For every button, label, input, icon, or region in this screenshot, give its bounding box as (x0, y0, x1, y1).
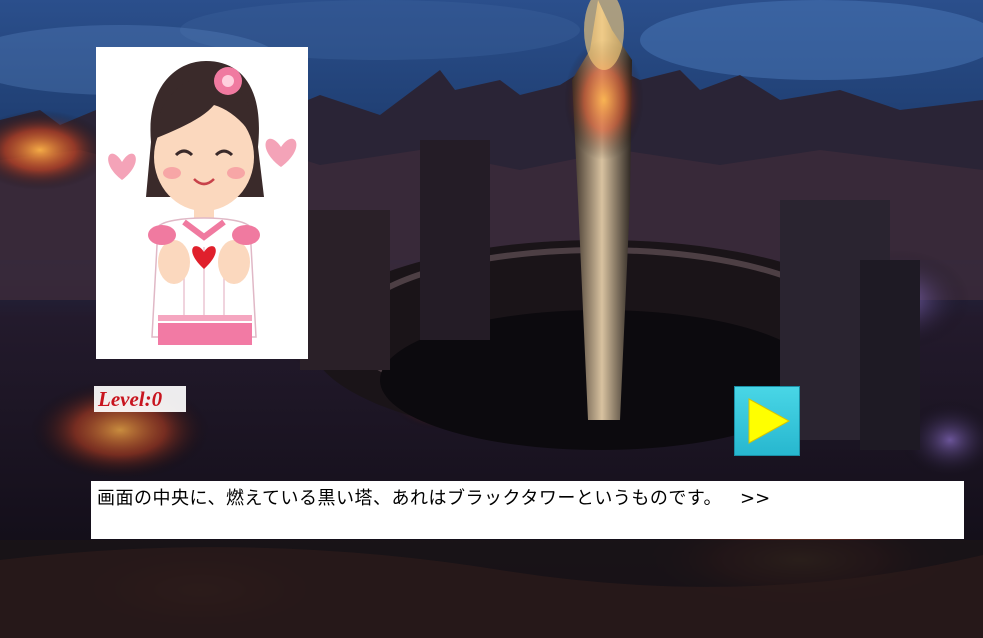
play-button[interactable] (734, 386, 800, 456)
smiling-girl-with-hearts-portrait (108, 61, 297, 345)
character-portrait (96, 47, 308, 359)
game-scene: Level:0 画面の中央に、燃えている黒い塔、あれはブラックタワーというもので… (0, 0, 983, 638)
level-indicator: Level:0 (94, 386, 186, 412)
dialog-next-indicator[interactable]: >> (740, 488, 770, 509)
play-triangle-icon (748, 398, 791, 444)
dialog-text: 画面の中央に、燃えている黒い塔、あれはブラックタワーというものです。 (97, 488, 723, 509)
dialog-box[interactable]: 画面の中央に、燃えている黒い塔、あれはブラックタワーというものです。 >> (91, 481, 964, 539)
